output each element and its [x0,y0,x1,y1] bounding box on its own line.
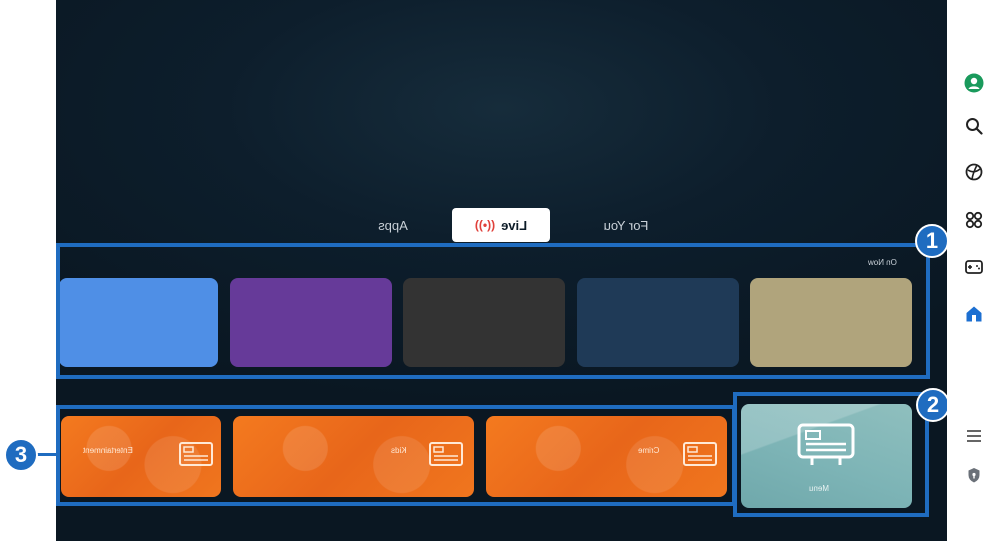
menu-icon[interactable] [962,424,986,448]
callout-leader-3 [36,453,58,456]
tab-live[interactable]: Live ((•)) [452,208,550,242]
search-icon[interactable] [962,114,986,138]
ambient-icon[interactable] [962,160,986,184]
profile-icon[interactable] [962,71,986,95]
tab-apps[interactable]: Apps [357,208,429,242]
callout-badge-2: 2 [916,388,950,422]
tab-for-you-label: For You [603,217,649,233]
callout-badge-3: 3 [4,438,38,472]
tab-for-you[interactable]: For You [586,208,666,242]
live-broadcast-icon: ((•)) [474,218,496,232]
callout-badge-1: 1 [915,224,949,258]
tab-live-label: Live [501,217,528,233]
tab-apps-label: Apps [378,217,408,233]
connected-devices-icon[interactable] [962,208,986,232]
highlight-frame-categories [56,405,736,506]
home-icon[interactable] [962,302,986,326]
highlight-frame-menu [733,392,929,517]
highlight-frame-on-now [56,243,930,379]
gaming-icon[interactable] [962,255,986,279]
privacy-icon[interactable] [962,463,986,487]
